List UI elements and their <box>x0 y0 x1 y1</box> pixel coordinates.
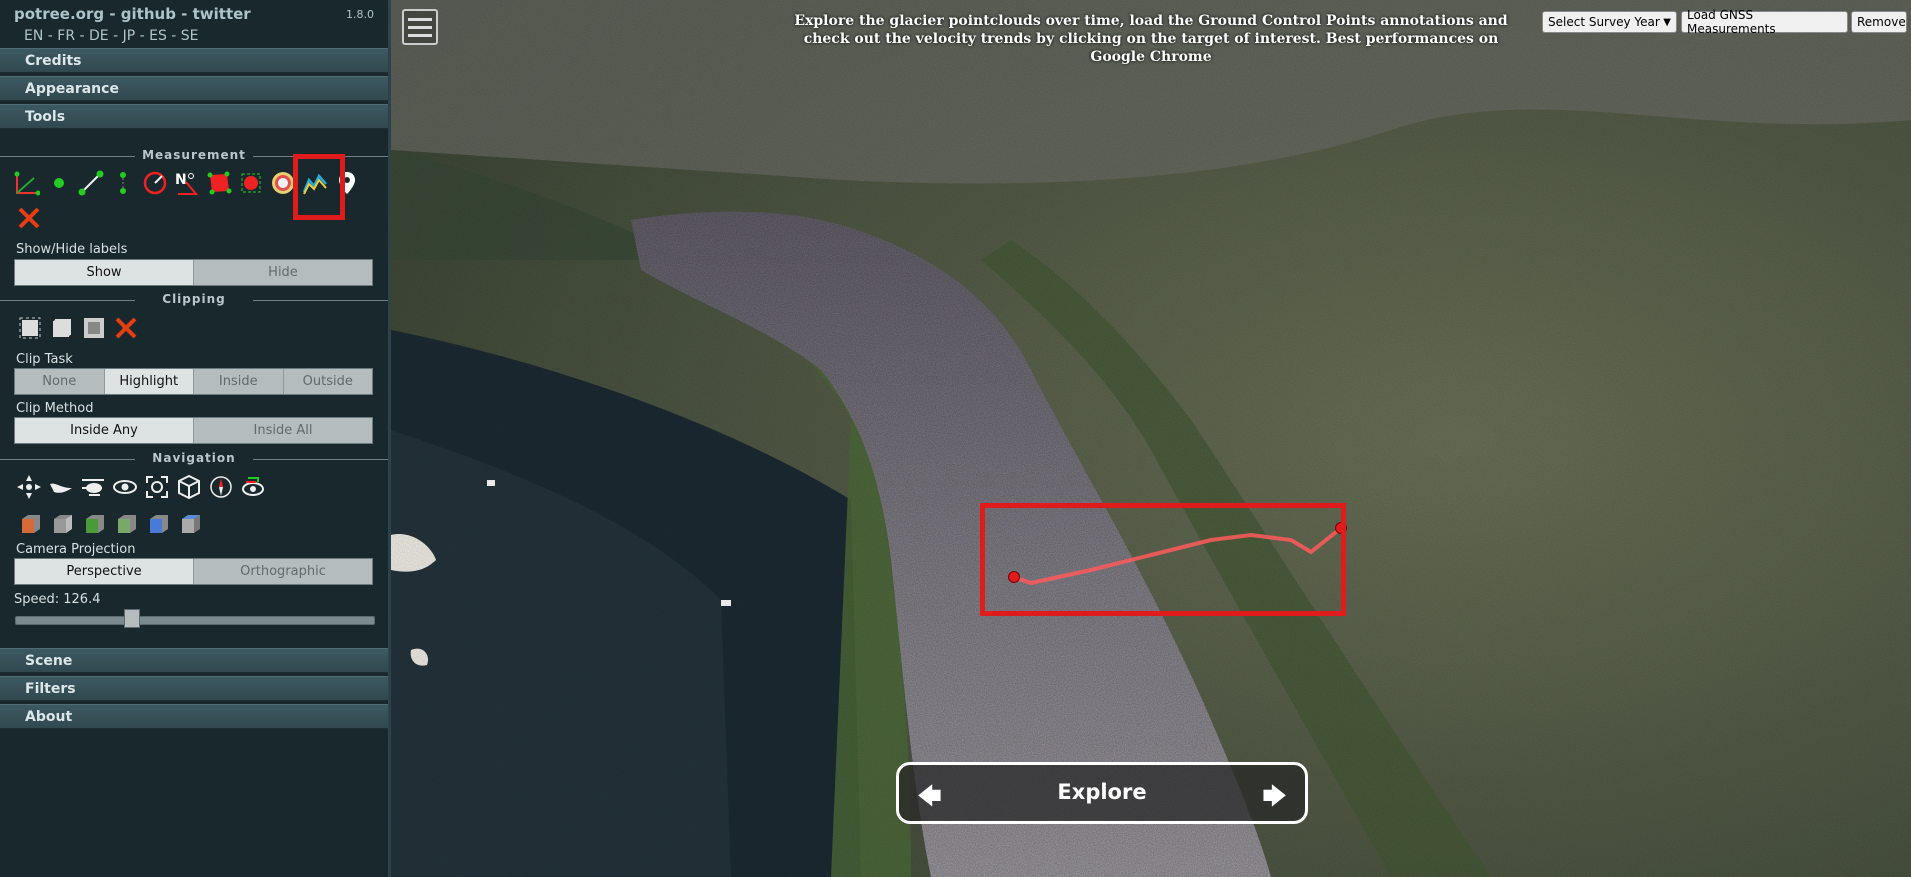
focus-icon[interactable] <box>144 474 170 500</box>
chevron-down-icon: ▼ <box>1663 16 1671 28</box>
load-gnss-button[interactable]: Load GNSS Measurements <box>1681 8 1848 36</box>
remove-button[interactable]: Remove <box>1851 11 1907 33</box>
compass-icon[interactable] <box>208 474 234 500</box>
hide-labels-button[interactable]: Hide <box>194 260 372 285</box>
camera-projection-toggle: Perspective Orthographic <box>14 558 373 585</box>
volume-icon[interactable] <box>238 170 264 196</box>
back-view-icon[interactable] <box>178 511 204 537</box>
version-label: 1.8.0 <box>346 8 374 21</box>
point-icon[interactable] <box>46 170 72 196</box>
accordion-credits[interactable]: Credits <box>0 48 388 73</box>
potree-link[interactable]: potree.org <box>14 5 104 23</box>
area-icon[interactable] <box>206 170 232 196</box>
explore-label: Explore <box>1057 780 1147 804</box>
clip-task-none[interactable]: None <box>15 369 105 394</box>
highlight-profile-tool <box>293 154 345 220</box>
navigation-section-title: Navigation <box>0 451 388 465</box>
remove-measurements-icon[interactable] <box>16 205 42 231</box>
clip-task-inside[interactable]: Inside <box>194 369 284 394</box>
svg-text:N: N <box>175 172 187 188</box>
projection-orthographic[interactable]: Orthographic <box>194 559 372 584</box>
camera-animation-icon[interactable] <box>240 474 266 500</box>
clip-volume-icon[interactable] <box>17 315 43 341</box>
clip-box-icon[interactable] <box>81 315 107 341</box>
twitter-link[interactable]: twitter <box>193 5 251 23</box>
github-link[interactable]: github <box>121 5 176 23</box>
clip-method-inside-all[interactable]: Inside All <box>194 418 372 443</box>
menu-bar <box>408 17 432 21</box>
clip-task-highlight[interactable]: Highlight <box>104 369 194 394</box>
right-view-icon[interactable] <box>146 511 172 537</box>
camera-projection-label: Camera Projection <box>16 542 136 557</box>
accordion-filters[interactable]: Filters <box>0 676 388 701</box>
circle-icon[interactable] <box>142 170 168 196</box>
angle-icon[interactable] <box>14 170 40 196</box>
navigation-cube-icon[interactable] <box>176 474 202 500</box>
speed-label: Speed: 126.4 <box>14 592 101 607</box>
distance-icon[interactable] <box>78 170 104 196</box>
clip-method-toggle: Inside Any Inside All <box>14 417 373 444</box>
accordion-scene[interactable]: Scene <box>0 648 388 673</box>
potree-viewer: potree.org - github - twitter 1.8.0 EN -… <box>0 0 1911 877</box>
language-links[interactable]: EN - FR - DE - JP - ES - SE <box>24 28 199 44</box>
view-presets <box>18 511 204 537</box>
clipping-section-title: Clipping <box>0 292 388 306</box>
height-icon[interactable] <box>110 170 136 196</box>
accordion-about[interactable]: About <box>0 704 388 729</box>
clip-polygon-icon[interactable] <box>49 315 75 341</box>
speed-slider-thumb[interactable] <box>124 609 141 628</box>
menu-bar <box>408 33 432 37</box>
survey-year-select-value: Select Survey Year <box>1548 15 1660 29</box>
show-hide-labels-toggle: Show Hide <box>14 259 373 286</box>
show-hide-labels-label: Show/Hide labels <box>16 242 128 257</box>
navigation-tools <box>16 474 266 500</box>
brand-links: potree.org - github - twitter <box>14 5 251 23</box>
clip-task-toggle: None Highlight Inside Outside <box>14 368 373 395</box>
clip-method-inside-any[interactable]: Inside Any <box>15 418 194 443</box>
earth-controls-icon[interactable] <box>16 474 42 500</box>
clip-method-label: Clip Method <box>16 401 94 416</box>
accordion-appearance[interactable]: Appearance <box>0 76 388 101</box>
pointcloud-view[interactable]: Explore the glacier pointclouds over tim… <box>391 0 1911 877</box>
front-view-icon[interactable] <box>50 511 76 537</box>
clip-task-outside[interactable]: Outside <box>283 369 372 394</box>
brand-sep: - <box>104 5 121 23</box>
clip-task-label: Clip Task <box>16 352 73 367</box>
survey-year-select[interactable]: Select Survey Year ▼ <box>1542 11 1677 33</box>
clipping-tools <box>17 315 139 341</box>
accordion-tools[interactable]: Tools <box>0 104 388 129</box>
menu-bar <box>408 25 432 29</box>
sidebar-toggle-button[interactable] <box>402 9 438 45</box>
fly-controls-icon[interactable] <box>48 474 74 500</box>
glacier-pointcloud[interactable] <box>391 0 1911 877</box>
bottom-view-icon[interactable] <box>114 511 140 537</box>
remove-clipping-icon[interactable] <box>113 315 139 341</box>
helicopter-controls-icon[interactable] <box>80 474 106 500</box>
show-labels-button[interactable]: Show <box>15 260 194 285</box>
banner-text: Explore the glacier pointclouds over tim… <box>794 13 1508 65</box>
speed-slider-track[interactable] <box>15 616 375 625</box>
explore-panel: 🡄 Explore 🡆 <box>896 762 1308 824</box>
orbit-controls-icon[interactable] <box>112 474 138 500</box>
highlight-profile-measurement <box>980 503 1346 616</box>
brand-sep: - <box>175 5 193 23</box>
left-view-icon[interactable] <box>18 511 44 537</box>
sidebar: potree.org - github - twitter 1.8.0 EN -… <box>0 0 391 877</box>
azimuth-icon[interactable]: N <box>174 170 200 196</box>
next-arrow-icon[interactable]: 🡆 <box>1262 779 1287 820</box>
projection-perspective[interactable]: Perspective <box>15 559 194 584</box>
top-view-icon[interactable] <box>82 511 108 537</box>
